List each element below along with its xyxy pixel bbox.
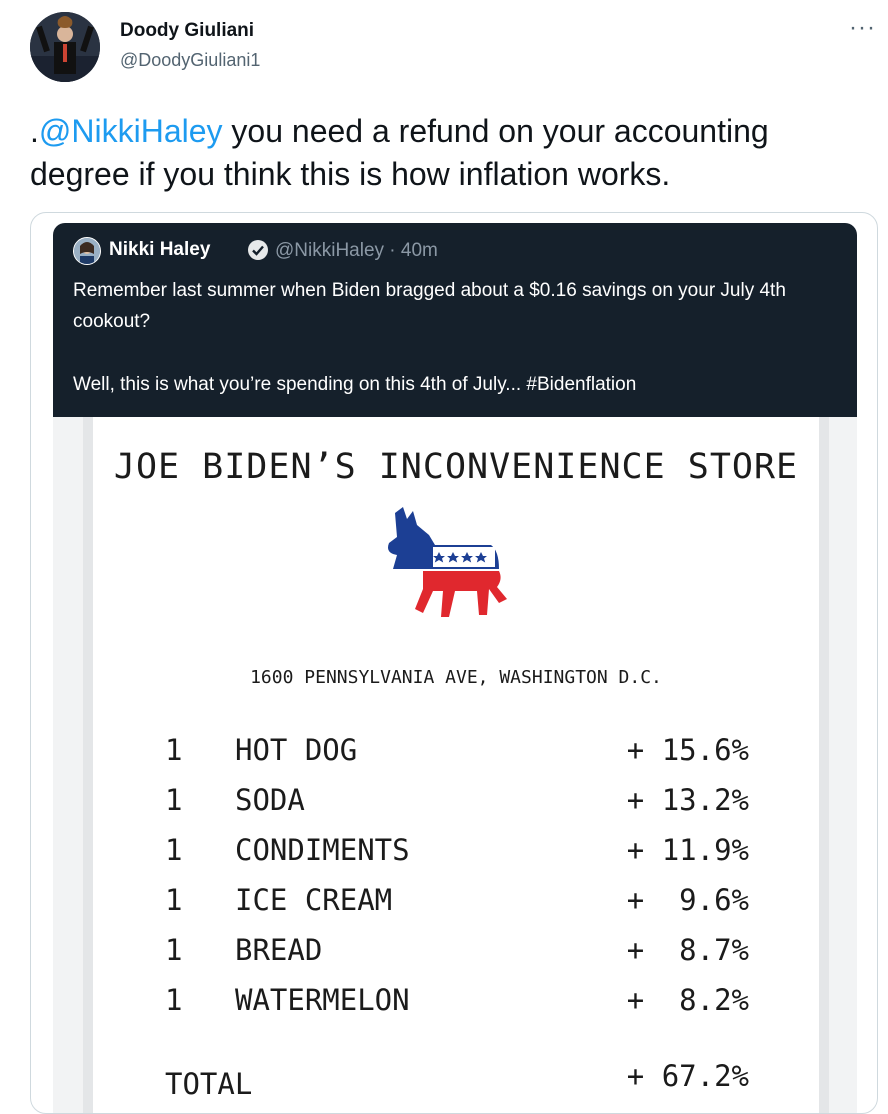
quoted-avatar	[73, 237, 101, 265]
item-qty: 1	[165, 933, 183, 967]
screenshot-image: Nikki Haley @NikkiHaley · 40m Remember l…	[53, 223, 857, 1113]
item-price: + 9.6%	[626, 883, 749, 917]
receipt-edge-right	[819, 417, 829, 1113]
mention-link[interactable]: @NikkiHaley	[39, 113, 223, 149]
receipt-edge-left	[83, 417, 93, 1113]
item-qty: 1	[165, 783, 183, 817]
item-qty: 1	[165, 883, 183, 917]
receipt-item: 1 ICE CREAM + 9.6%	[93, 883, 819, 929]
more-icon[interactable]: ···	[849, 14, 876, 42]
item-name: BREAD	[235, 933, 323, 967]
item-qty: 1	[165, 983, 183, 1017]
store-address: 1600 PENNSYLVANIA AVE, WASHINGTON D.C.	[250, 667, 662, 688]
quoted-tweet-screenshot: Nikki Haley @NikkiHaley · 40m Remember l…	[53, 223, 857, 417]
author-handle[interactable]: @DoodyGiuliani1	[120, 50, 260, 71]
receipt-divider	[123, 1029, 803, 1034]
author-avatar[interactable]	[30, 12, 100, 82]
store-title: JOE BIDEN’S INCONVENIENCE STORE	[113, 447, 799, 487]
receipt-item: 1 CONDIMENTS + 11.9%	[93, 833, 819, 879]
author-name[interactable]: Doody Giuliani	[120, 20, 254, 42]
receipt-item: 1 HOT DOG + 15.6%	[93, 733, 819, 779]
item-name: WATERMELON	[235, 983, 410, 1017]
quoted-line-2: Well, this is what you’re spending on th…	[73, 374, 637, 395]
item-price: + 11.9%	[626, 833, 749, 867]
item-price: + 8.7%	[626, 933, 749, 967]
receipt-item: 1 BREAD + 8.7%	[93, 933, 819, 979]
total-label: TOTAL	[165, 1067, 253, 1101]
item-price: + 13.2%	[626, 783, 749, 817]
item-name: HOT DOG	[235, 733, 358, 767]
quoted-meta: @NikkiHaley · 40m	[275, 240, 438, 261]
tweet-prefix: .	[30, 113, 39, 149]
item-qty: 1	[165, 733, 183, 767]
item-name: CONDIMENTS	[235, 833, 410, 867]
receipt: JOE BIDEN’S INCONVENIENCE STORE 1600 PEN…	[93, 417, 819, 1113]
receipt-item: 1 SODA + 13.2%	[93, 783, 819, 829]
item-name: ICE CREAM	[235, 883, 393, 917]
item-name: SODA	[235, 783, 305, 817]
receipt-item: 1 WATERMELON + 8.2%	[93, 983, 819, 1029]
democratic-donkey-logo	[383, 507, 509, 629]
quoted-line-1: Remember last summer when Biden bragged …	[73, 280, 786, 332]
item-price: + 15.6%	[626, 733, 749, 767]
tweet-media[interactable]: Nikki Haley @NikkiHaley · 40m Remember l…	[30, 212, 878, 1114]
quoted-name: Nikki Haley	[109, 239, 211, 260]
quoted-text: Remember last summer when Biden bragged …	[73, 275, 843, 400]
item-qty: 1	[165, 833, 183, 867]
total-value: + 67.2%	[626, 1059, 749, 1093]
tweet-text: .@NikkiHaley you need a refund on your a…	[30, 110, 860, 196]
verified-icon	[247, 239, 269, 266]
item-price: + 8.2%	[626, 983, 749, 1017]
